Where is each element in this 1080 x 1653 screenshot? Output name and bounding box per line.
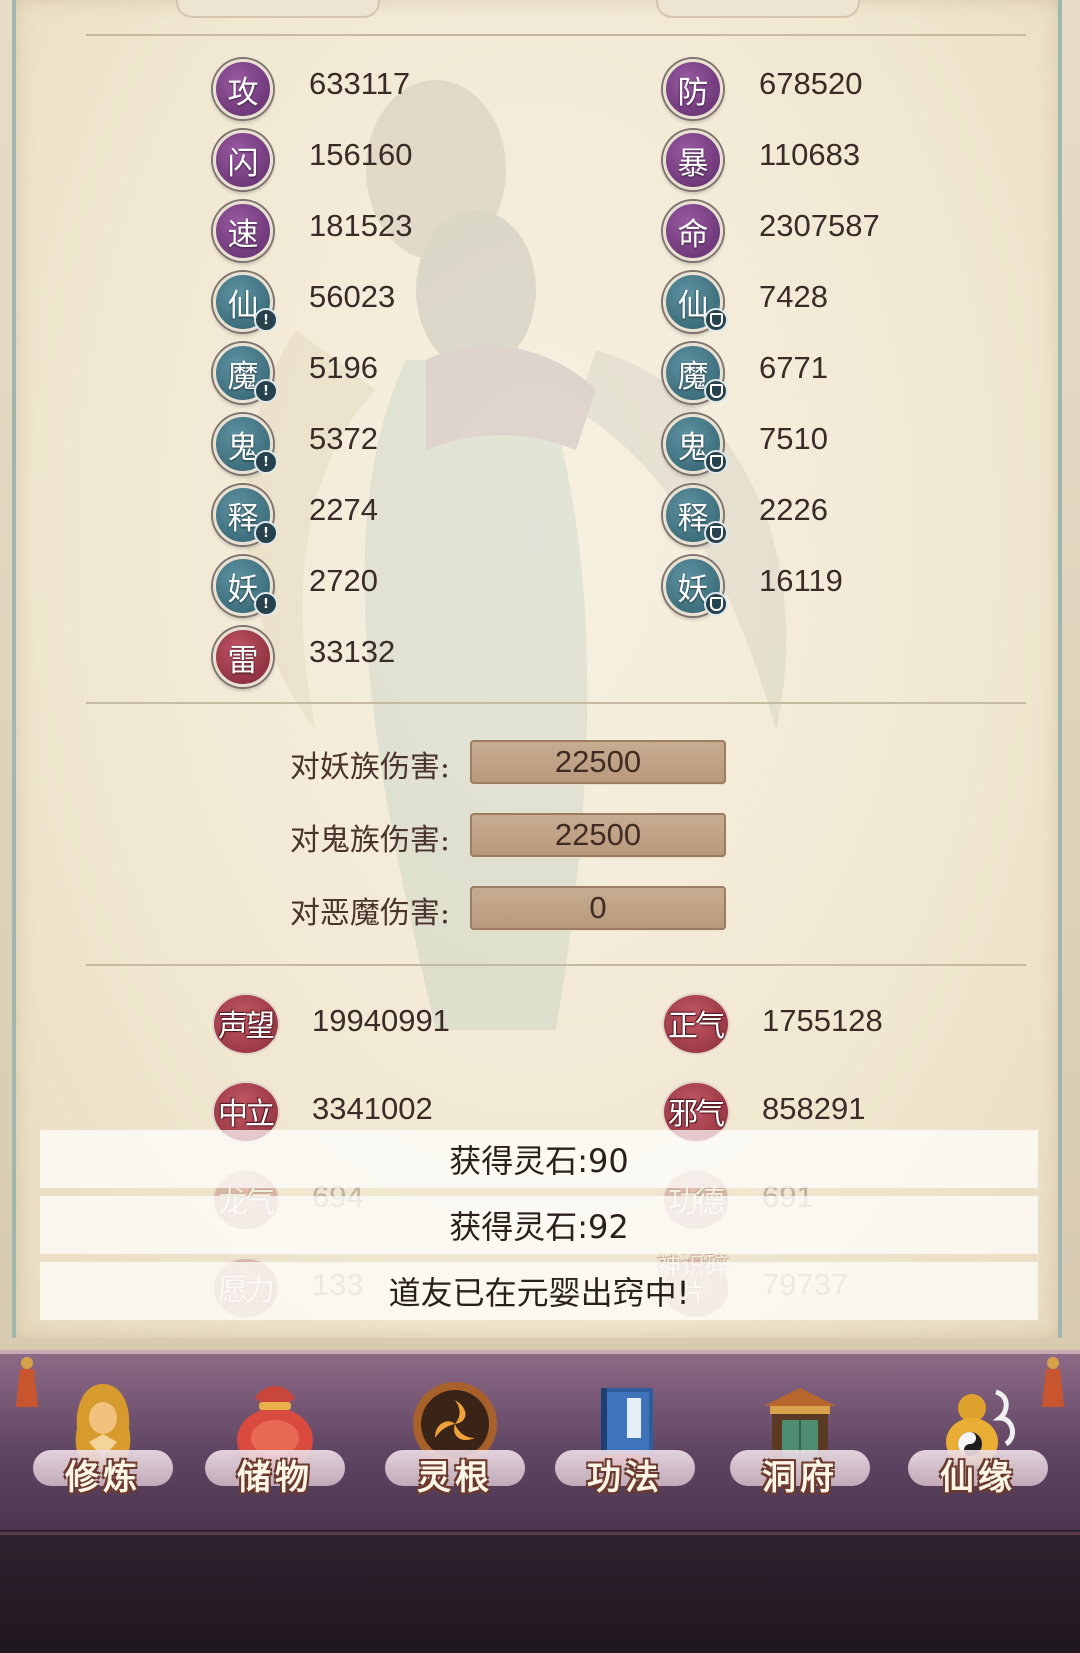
stat-value: 2274 [309, 492, 378, 527]
nav-label: 储物 [237, 1458, 313, 1498]
nav-label: 修炼 [65, 1458, 141, 1498]
bottom-decorative-band [0, 1530, 1080, 1653]
toast-nascent-soul: 道友已在元婴出窍中! [40, 1262, 1038, 1320]
toast-spirit-stone-90: 获得灵石:90 [40, 1130, 1038, 1188]
stat-value: 181523 [309, 208, 413, 243]
nav-label: 仙缘 [940, 1458, 1016, 1498]
stat-value: 156160 [309, 137, 413, 172]
damage-vs-demons-value: 0 [470, 886, 726, 930]
stat-value: 7510 [759, 421, 828, 456]
reputation-value: 3341002 [312, 1091, 433, 1126]
stat-value: 33132 [309, 634, 396, 669]
stat-value: 633117 [309, 66, 411, 101]
dodge-icon: 闪 [213, 130, 273, 190]
stat-value: 2226 [759, 492, 828, 527]
shield-marker-icon [704, 308, 728, 332]
attack-marker-icon: ! [254, 592, 278, 616]
nav-cave-dwelling[interactable]: 洞府 [725, 1378, 875, 1518]
attack-marker-icon: ! [254, 450, 278, 474]
damage-vs-monsters-value: 22500 [470, 740, 726, 784]
attack-icon: 攻 [213, 59, 273, 119]
nav-storage[interactable]: 储物 [200, 1378, 350, 1518]
reputation-label: 声望 [218, 1009, 275, 1044]
nav-immortal-fate[interactable]: 仙缘 [903, 1378, 1053, 1518]
nav-label: 功法 [587, 1458, 663, 1498]
stat-value: 56023 [309, 279, 396, 314]
damage-vs-monsters-label: 对妖族伤害: [289, 750, 450, 785]
stat-value: 6771 [759, 350, 828, 385]
nav-label: 灵根 [417, 1458, 493, 1498]
shield-marker-icon [704, 521, 728, 545]
top-tab-left[interactable] [176, 0, 380, 18]
divider-lower [86, 964, 1026, 966]
reputation-label: 正气 [668, 1009, 725, 1044]
speed-icon: 速 [213, 201, 273, 261]
reputation-value: 1755128 [762, 1003, 883, 1038]
nav-technique[interactable]: 功法 [550, 1378, 700, 1518]
stat-value: 678520 [759, 66, 863, 101]
nav-spirit-root[interactable]: 灵根 [380, 1378, 530, 1518]
reputation-label: 邪气 [668, 1097, 725, 1132]
damage-vs-ghosts-label: 对鬼族伤害: [289, 823, 450, 858]
reputation-value: 858291 [762, 1091, 866, 1126]
bottom-decorative-line [0, 1532, 1080, 1535]
divider-middle [86, 702, 1026, 704]
thunder-icon: 雷 [213, 627, 273, 687]
damage-vs-ghosts-value: 22500 [470, 813, 726, 857]
defense-icon: 防 [663, 59, 723, 119]
stat-value: 5372 [309, 421, 378, 456]
stat-value: 2720 [309, 563, 378, 598]
stat-value: 2307587 [759, 208, 880, 243]
damage-vs-demons-label: 对恶魔伤害: [289, 896, 450, 931]
health-icon: 命 [663, 201, 723, 261]
reputation-value: 19940991 [312, 1003, 450, 1038]
attack-marker-icon: ! [254, 379, 278, 403]
top-tab-right[interactable] [656, 0, 860, 18]
shield-marker-icon [704, 450, 728, 474]
attack-marker-icon: ! [254, 308, 278, 332]
stat-value: 7428 [759, 279, 828, 314]
stat-value: 5196 [309, 350, 378, 385]
shield-marker-icon [704, 592, 728, 616]
stat-value: 110683 [759, 137, 861, 172]
reputation-label: 中立 [218, 1097, 275, 1132]
nav-cultivation[interactable]: 修炼 [28, 1378, 178, 1518]
critical-icon: 暴 [663, 130, 723, 190]
divider-top [86, 34, 1026, 36]
nav-label: 洞府 [762, 1458, 838, 1498]
toast-spirit-stone-92: 获得灵石:92 [40, 1196, 1038, 1254]
shield-marker-icon [704, 379, 728, 403]
attack-marker-icon: ! [254, 521, 278, 545]
stat-value: 16119 [759, 563, 843, 598]
